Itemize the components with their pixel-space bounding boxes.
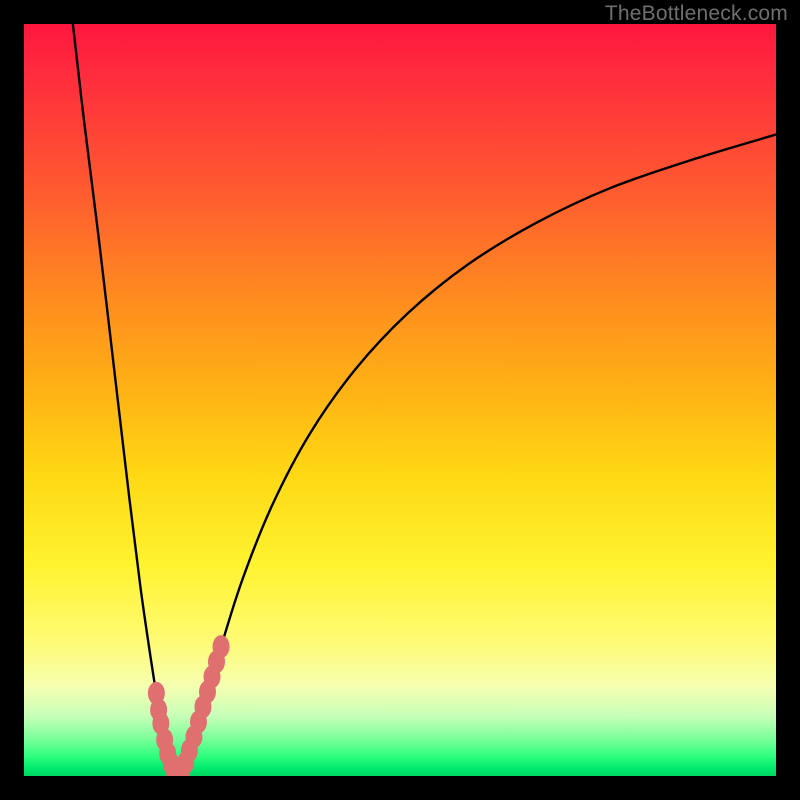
sample-point-markers (148, 635, 230, 776)
curve-right-branch (177, 135, 776, 776)
plot-area (24, 24, 776, 776)
bottleneck-curve (73, 24, 776, 776)
marker-point (213, 635, 230, 658)
chart-frame: TheBottleneck.com (0, 0, 800, 800)
curve-left-branch (73, 24, 178, 776)
watermark-text: TheBottleneck.com (605, 2, 788, 26)
curve-layer (24, 24, 776, 776)
